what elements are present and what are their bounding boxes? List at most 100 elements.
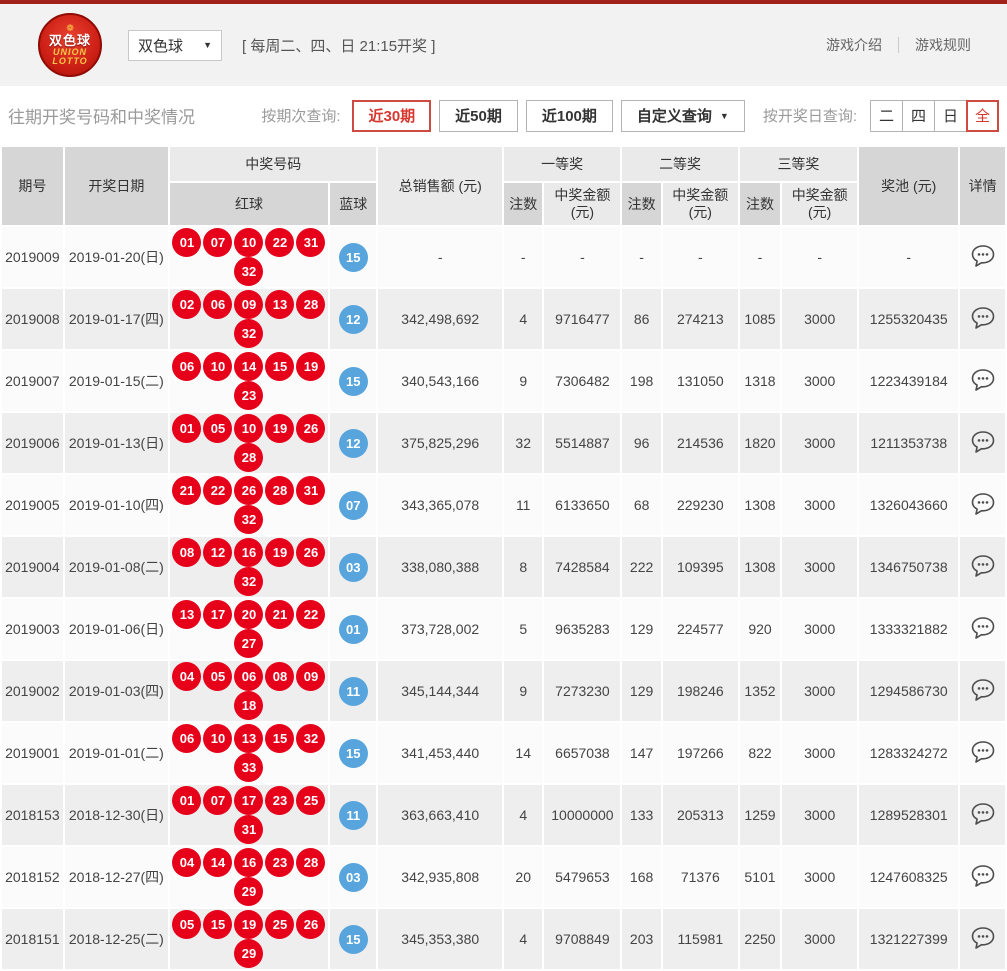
prize3-amount-cell: 3000 bbox=[782, 599, 857, 659]
period-filter-button[interactable]: 近30期 bbox=[352, 100, 431, 132]
detail-cell bbox=[960, 847, 1005, 907]
red-ball: 32 bbox=[234, 257, 263, 286]
date-cell: 2019-01-10(四) bbox=[65, 475, 168, 535]
red-ball: 17 bbox=[234, 786, 263, 815]
pool-cell: 1283324272 bbox=[859, 723, 958, 783]
blue-ball-cell: 12 bbox=[330, 413, 377, 473]
prize1-amount-cell: 9708849 bbox=[544, 909, 620, 969]
day-filter-button[interactable]: 二 bbox=[870, 100, 903, 132]
prize1-amount-cell: 6657038 bbox=[544, 723, 620, 783]
red-ball: 01 bbox=[172, 414, 201, 443]
table-row: 2019005 2019-01-10(四) 212226283132 07 34… bbox=[2, 475, 1005, 535]
detail-comment-icon[interactable] bbox=[970, 430, 996, 457]
pool-cell: 1321227399 bbox=[859, 909, 958, 969]
period-cell: 2018153 bbox=[2, 785, 63, 845]
period-filter-button[interactable]: 近50期 bbox=[439, 100, 518, 132]
period-cell: 2019005 bbox=[2, 475, 63, 535]
prize2-amount-cell: 197266 bbox=[663, 723, 738, 783]
red-ball: 28 bbox=[296, 290, 325, 319]
date-cell: 2018-12-30(日) bbox=[65, 785, 168, 845]
sales-cell: 341,453,440 bbox=[378, 723, 502, 783]
pool-cell: 1255320435 bbox=[859, 289, 958, 349]
period-filter-group: 近30期近50期近100期自定义查询▼ bbox=[344, 100, 744, 132]
prize3-amount-cell: 3000 bbox=[782, 289, 857, 349]
prize1-amount-cell: 5479653 bbox=[544, 847, 620, 907]
period-filter-button[interactable]: 近100期 bbox=[526, 100, 613, 132]
detail-comment-icon[interactable] bbox=[970, 740, 996, 767]
prize2-amount-cell: 214536 bbox=[663, 413, 738, 473]
red-ball: 26 bbox=[296, 538, 325, 567]
detail-comment-icon[interactable] bbox=[970, 864, 996, 891]
game-intro-link[interactable]: 游戏介绍 bbox=[826, 35, 882, 55]
red-balls-cell: 051519252629 bbox=[170, 909, 328, 969]
detail-comment-icon[interactable] bbox=[970, 492, 996, 519]
day-filter-button[interactable]: 全 bbox=[966, 100, 999, 132]
red-ball: 17 bbox=[203, 600, 232, 629]
red-ball: 06 bbox=[172, 352, 201, 381]
red-ball: 19 bbox=[265, 538, 294, 567]
results-table: 期号 开奖日期 中奖号码 总销售额 (元) 一等奖 二等奖 三等奖 奖池 (元)… bbox=[0, 145, 1007, 971]
col-header-amount3: 中奖金额(元) bbox=[782, 183, 857, 225]
detail-comment-icon[interactable] bbox=[970, 368, 996, 395]
table-row: 2019008 2019-01-17(四) 020609132832 12 34… bbox=[2, 289, 1005, 349]
prize2-count-cell: 203 bbox=[622, 909, 660, 969]
red-balls-cell: 061014151923 bbox=[170, 351, 328, 411]
table-row: 2018151 2018-12-25(二) 051519252629 15 34… bbox=[2, 909, 1005, 969]
prize1-amount-cell: 6133650 bbox=[544, 475, 620, 535]
game-select-dropdown[interactable]: 双色球 ▼ bbox=[128, 30, 222, 61]
prize3-count-cell: 1308 bbox=[740, 475, 780, 535]
game-rules-link[interactable]: 游戏规则 bbox=[915, 35, 971, 55]
red-ball: 02 bbox=[172, 290, 201, 319]
red-ball: 27 bbox=[234, 629, 263, 658]
red-ball: 05 bbox=[172, 910, 201, 939]
section-title: 往期开奖号码和中奖情况 bbox=[8, 103, 195, 128]
detail-comment-icon[interactable] bbox=[970, 244, 996, 271]
red-ball: 09 bbox=[296, 662, 325, 691]
blue-ball-cell: 03 bbox=[330, 537, 377, 597]
prize3-count-cell: 5101 bbox=[740, 847, 780, 907]
red-ball: 01 bbox=[172, 786, 201, 815]
period-filter-button[interactable]: 自定义查询▼ bbox=[621, 100, 745, 132]
detail-cell bbox=[960, 227, 1005, 287]
link-divider bbox=[898, 37, 899, 53]
prize3-amount-cell: 3000 bbox=[782, 351, 857, 411]
red-balls-cell: 212226283132 bbox=[170, 475, 328, 535]
detail-comment-icon[interactable] bbox=[970, 306, 996, 333]
chevron-down-icon: ▼ bbox=[203, 40, 212, 50]
day-filter-button[interactable]: 日 bbox=[934, 100, 967, 132]
red-ball: 15 bbox=[265, 352, 294, 381]
col-header-count2: 注数 bbox=[622, 183, 660, 225]
prize3-amount-cell: 3000 bbox=[782, 475, 857, 535]
detail-cell bbox=[960, 661, 1005, 721]
detail-comment-icon[interactable] bbox=[970, 678, 996, 705]
red-balls-cell: 010717232531 bbox=[170, 785, 328, 845]
red-ball: 09 bbox=[234, 290, 263, 319]
prize1-count-cell: 4 bbox=[504, 785, 542, 845]
blue-ball: 15 bbox=[339, 367, 368, 396]
col-header-prize1: 一等奖 bbox=[504, 147, 620, 181]
red-ball: 32 bbox=[296, 724, 325, 753]
col-header-pool: 奖池 (元) bbox=[859, 147, 958, 225]
blue-ball-cell: 15 bbox=[330, 351, 377, 411]
red-ball: 25 bbox=[296, 786, 325, 815]
red-ball: 23 bbox=[265, 786, 294, 815]
prize3-count-cell: 1308 bbox=[740, 537, 780, 597]
period-query-label: 按期次查询: bbox=[261, 105, 340, 126]
detail-cell bbox=[960, 475, 1005, 535]
red-ball: 31 bbox=[296, 228, 325, 257]
detail-comment-icon[interactable] bbox=[970, 554, 996, 581]
red-ball: 28 bbox=[234, 443, 263, 472]
red-ball: 26 bbox=[234, 476, 263, 505]
day-filter-group: 二四日全 bbox=[871, 100, 999, 132]
prize1-count-cell: 4 bbox=[504, 909, 542, 969]
detail-comment-icon[interactable] bbox=[970, 802, 996, 829]
table-row: 2019007 2019-01-15(二) 061014151923 15 34… bbox=[2, 351, 1005, 411]
prize2-amount-cell: - bbox=[663, 227, 738, 287]
red-balls-cell: 020609132832 bbox=[170, 289, 328, 349]
detail-comment-icon[interactable] bbox=[970, 616, 996, 643]
detail-comment-icon[interactable] bbox=[970, 926, 996, 953]
prize2-amount-cell: 205313 bbox=[663, 785, 738, 845]
red-balls-cell: 061013153233 bbox=[170, 723, 328, 783]
day-filter-button[interactable]: 四 bbox=[902, 100, 935, 132]
prize2-amount-cell: 109395 bbox=[663, 537, 738, 597]
